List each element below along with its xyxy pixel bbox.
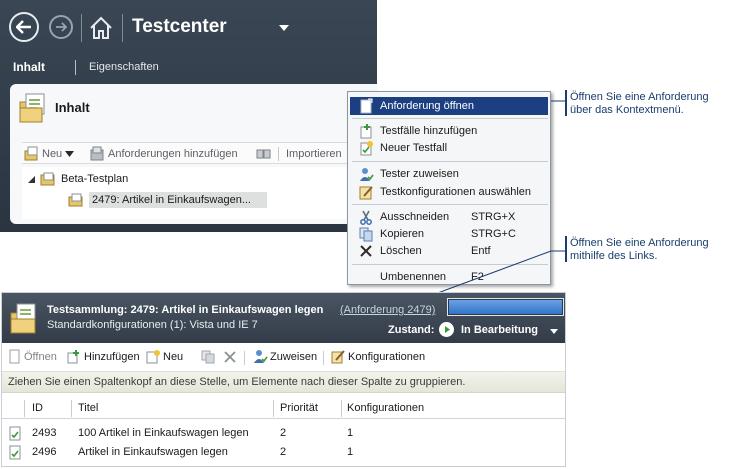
play-state-icon	[439, 322, 454, 337]
grid-header: ID Titel Priorität Konfigurationen	[2, 397, 565, 419]
state-value[interactable]: In Bearbeitung	[461, 324, 538, 336]
grid-toolbar: Öffnen Hinzufügen Neu Zuweisen Konfigura…	[2, 345, 565, 369]
column-separator[interactable]	[341, 400, 342, 417]
cell-title: 100 Artikel in Einkaufswagen legen	[78, 427, 249, 439]
column-separator[interactable]	[71, 400, 72, 417]
assign-button[interactable]: Zuweisen	[252, 349, 317, 364]
group-by-area[interactable]: Ziehen Sie einen Spaltenkopf an diese St…	[2, 371, 565, 393]
test-suite-panel: Testsammlung: 2479: Artikel in Einkaufsw…	[1, 292, 566, 467]
assign-label: Zuweisen	[270, 350, 318, 363]
delete-button[interactable]	[223, 349, 237, 364]
configurations-label: Konfigurationen	[348, 350, 426, 363]
add-label: Hinzufügen	[84, 350, 140, 363]
callout-line-2: mithilfe des Links.	[570, 250, 658, 262]
requirement-link[interactable]: (Anforderung 2479)	[340, 304, 435, 316]
column-separator[interactable]	[24, 400, 25, 417]
callout-line-1: Öffnen Sie eine Anforderung	[570, 91, 709, 103]
delete-icon	[224, 351, 236, 363]
cell-configurations: 1	[347, 446, 354, 458]
requirement-suite-icon	[10, 303, 36, 334]
cell-id: 2496	[32, 446, 57, 458]
configurations-button[interactable]: Konfigurationen	[330, 349, 425, 364]
cell-title: Artikel in Einkaufswagen legen	[78, 446, 228, 458]
callout-line-1: Öffnen Sie eine Anforderung	[570, 237, 709, 249]
suite-header: Testsammlung: 2479: Artikel in Einkaufsw…	[2, 293, 565, 343]
chevron-down-icon[interactable]	[550, 329, 558, 334]
testcase-icon	[9, 426, 21, 441]
progress-fill	[449, 300, 562, 314]
column-header-id[interactable]: ID	[32, 402, 43, 414]
column-separator[interactable]	[273, 400, 274, 417]
new-testcase-icon	[146, 350, 160, 364]
cell-id: 2493	[32, 427, 57, 439]
callout-line-2: über das Kontextmenü.	[570, 104, 684, 116]
play-icon	[445, 326, 450, 333]
cell-priority: 2	[280, 446, 287, 458]
callout-context-menu: Öffnen Sie eine Anforderung über das Kon…	[570, 91, 709, 117]
column-header-priority[interactable]: Priorität	[280, 402, 318, 414]
table-row[interactable]: 2496 Artikel in Einkaufswagen legen 2 1	[2, 443, 565, 462]
select-configurations-icon	[331, 350, 345, 364]
open-button[interactable]: Öffnen	[8, 349, 57, 364]
column-header-configurations[interactable]: Konfigurationen	[347, 402, 424, 414]
column-header-title[interactable]: Titel	[78, 402, 98, 414]
suite-title: Testsammlung: 2479: Artikel in Einkaufsw…	[47, 304, 324, 316]
cell-configurations: 1	[347, 427, 354, 439]
table-row[interactable]: 2493 100 Artikel in Einkaufswagen legen …	[2, 424, 565, 443]
state-label: Zustand:	[388, 324, 435, 336]
group-by-hint: Ziehen Sie einen Spaltenkopf an diese St…	[8, 376, 466, 388]
document-icon	[9, 349, 20, 364]
callout-bar	[565, 90, 567, 116]
add-button[interactable]: Hinzufügen	[66, 349, 140, 364]
suite-configurations: Standardkonfigurationen (1): Vista und I…	[47, 319, 258, 331]
open-label: Öffnen	[24, 350, 57, 363]
copy-button[interactable]	[200, 349, 216, 364]
progress-bar	[447, 298, 564, 316]
callout-bar	[565, 236, 567, 262]
add-testcases-icon	[67, 350, 79, 364]
toolbar-divider	[323, 351, 324, 365]
new-testcase-button[interactable]: Neu	[145, 349, 183, 364]
callout-link: Öffnen Sie eine Anforderung mithilfe des…	[570, 237, 709, 263]
assign-tester-icon	[254, 350, 268, 363]
new-label: Neu	[163, 350, 184, 363]
copy-icon	[201, 350, 215, 364]
toolbar-divider	[244, 351, 245, 365]
cell-priority: 2	[280, 427, 287, 439]
testcase-icon	[9, 445, 21, 460]
